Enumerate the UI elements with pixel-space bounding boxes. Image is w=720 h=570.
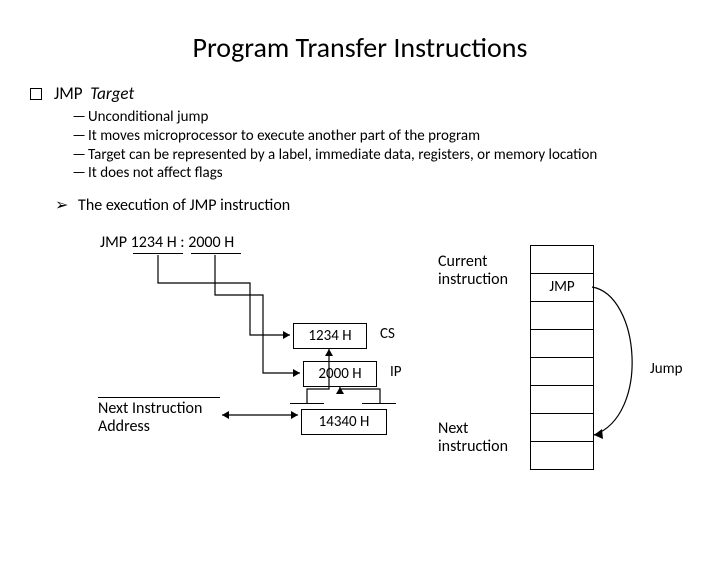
jmp-mnemonic: JMP	[54, 83, 83, 104]
dash-icon: —	[70, 164, 88, 183]
dash-icon: —	[70, 146, 88, 165]
list-item: —It moves microprocessor to execute anot…	[70, 127, 720, 146]
topic-line: JMP Target	[30, 83, 720, 104]
list-text: Unconditional jump	[88, 108, 208, 126]
list-item: —Unconditional jump	[70, 108, 720, 127]
list-text: It does not affect flags	[88, 164, 223, 182]
triangle-bullet-icon: ➢	[55, 196, 68, 215]
jmp-operand: Target	[90, 83, 134, 104]
list-text: It moves microprocessor to execute anoth…	[88, 127, 480, 145]
square-bullet-icon	[30, 88, 42, 100]
dash-icon: —	[70, 127, 88, 146]
diagram-arrows	[0, 225, 720, 505]
list-item: —Target can be represented by a label, i…	[70, 146, 720, 165]
execution-heading: ➢ The execution of JMP instruction	[55, 195, 720, 215]
dash-icon: —	[70, 108, 88, 127]
diagram: JMP 1234 H : 2000 H 1234 H 2000 H CS IP …	[0, 225, 720, 505]
list-text: Target can be represented by a label, im…	[88, 146, 597, 164]
page-title: Program Transfer Instructions	[0, 30, 720, 65]
list-item: —It does not affect flags	[70, 164, 720, 183]
bullet-list: —Unconditional jump —It moves microproce…	[70, 108, 720, 183]
execution-heading-text: The execution of JMP instruction	[78, 196, 290, 215]
